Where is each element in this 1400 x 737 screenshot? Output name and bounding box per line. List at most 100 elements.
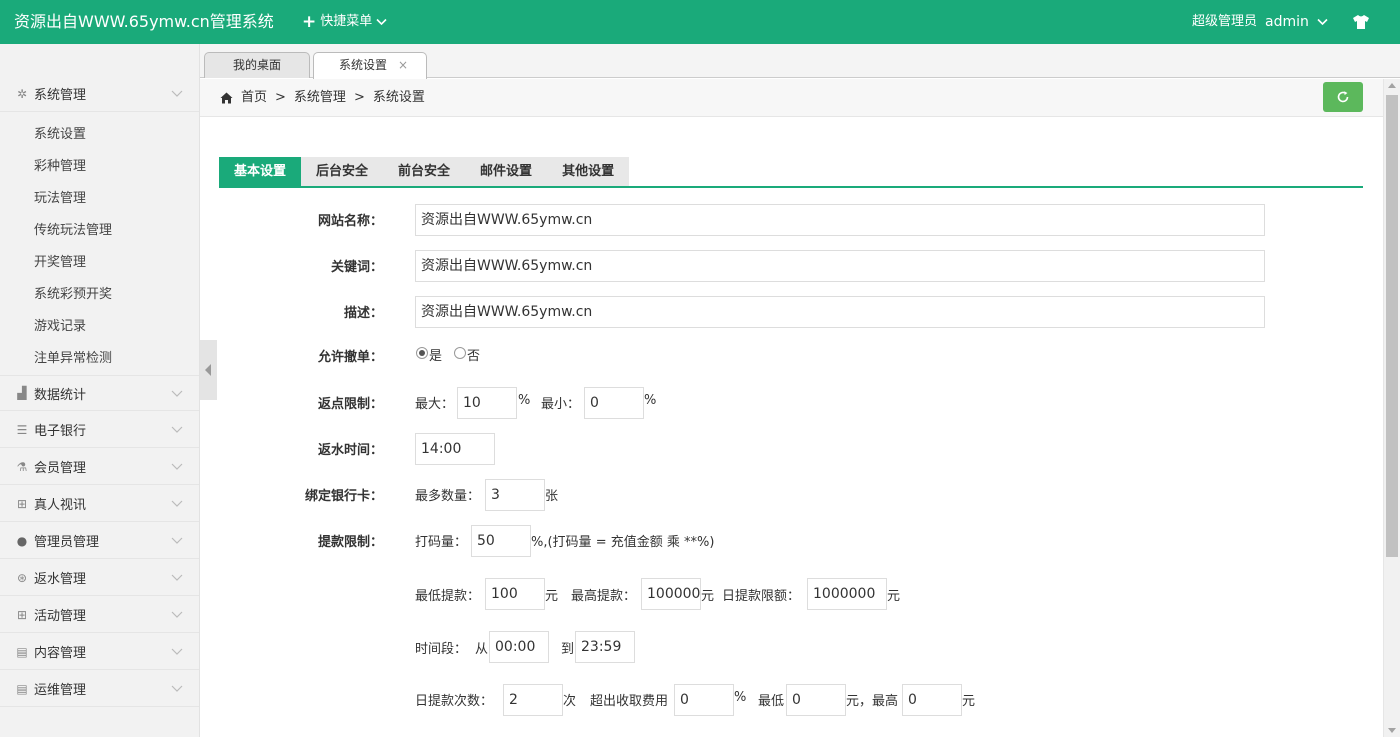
tab-other-settings[interactable]: 其他设置 (547, 157, 630, 187)
refund-time-input[interactable]: 14:00 (415, 433, 495, 465)
user-menu[interactable]: 超级管理员 admin (1192, 0, 1328, 44)
allow-cancel-label: 允许撤单： (317, 350, 383, 365)
bet-volume-label: 打码量： (415, 535, 468, 550)
rebate-max-input[interactable]: 10 (457, 387, 517, 419)
tab-my-desktop[interactable]: 我的桌面 (204, 52, 310, 78)
chevron-down-icon (171, 426, 183, 433)
sidebar-item-lottery-types[interactable]: 彩种管理 (34, 155, 86, 174)
chevron-down-icon (171, 500, 183, 507)
min-withdraw-unit: 元 (545, 589, 559, 604)
plus-icon: + (302, 12, 317, 32)
bankcard-max-label: 最多数量： (415, 489, 481, 504)
sidebar-group-label: 会员管理 (34, 461, 87, 476)
breadcrumb-separator: > (275, 90, 286, 105)
page-scrollbar[interactable] (1383, 79, 1400, 737)
daily-count-unit: 次 (563, 694, 577, 709)
rebate-min-input[interactable]: 0 (584, 387, 644, 419)
quick-menu-button[interactable]: + 快捷菜单 (302, 0, 387, 44)
daily-limit-input[interactable]: 1000000 (807, 578, 887, 610)
rebate-max-unit: % (518, 393, 531, 408)
bind-bankcard-label: 绑定银行卡： (304, 489, 383, 504)
tab-mail-settings[interactable]: 邮件设置 (465, 157, 548, 187)
scrollbar-thumb[interactable] (1386, 95, 1398, 557)
max-fee-unit: 元 (962, 694, 976, 709)
max-fee-input[interactable]: 0 (902, 684, 962, 716)
sidebar-group-rebate[interactable]: ⊛ 返水管理 (0, 560, 199, 596)
chevron-down-icon (171, 648, 183, 655)
breadcrumb-home[interactable]: 首页 (241, 79, 267, 117)
sidebar-item-play-rules[interactable]: 玩法管理 (34, 187, 86, 206)
sidebar-item-traditional-play[interactable]: 传统玩法管理 (34, 219, 112, 238)
refund-time-label: 返水时间： (317, 443, 383, 458)
bankcard-max-input[interactable]: 3 (485, 479, 545, 511)
breadcrumb-system-management[interactable]: 系统管理 (294, 79, 346, 117)
user-name: admin (1265, 14, 1309, 30)
coin-icon: ⊛ (16, 570, 28, 585)
document-icon: ▤ (16, 644, 28, 659)
refresh-button[interactable] (1323, 82, 1363, 112)
tab-basic-settings[interactable]: 基本设置 (219, 157, 302, 187)
sidebar-item-pre-draw[interactable]: 系统彩预开奖 (34, 283, 112, 302)
sidebar-group-admins[interactable]: ● 管理员管理 (0, 523, 199, 559)
time-to-input[interactable]: 23:59 (575, 631, 635, 663)
bet-volume-input[interactable]: 50 (471, 525, 531, 557)
user-role: 超级管理员 (1192, 14, 1258, 29)
exceed-fee-input[interactable]: 0 (674, 684, 734, 716)
breadcrumb-separator: > (353, 90, 365, 105)
breadcrumb-bar: 首页 > 系统管理 > 系统设置 (200, 79, 1383, 117)
keywords-input[interactable]: 资源出自WWW.65ymw.cn (415, 250, 1265, 282)
sidebar-item-system-settings[interactable]: 系统设置 (34, 123, 86, 142)
allow-cancel-yes-radio[interactable] (416, 347, 428, 359)
skin-shirt-icon[interactable] (1352, 13, 1370, 31)
allow-cancel-no-radio[interactable] (454, 347, 466, 359)
daily-count-input[interactable]: 2 (503, 684, 563, 716)
chevron-down-icon (171, 90, 183, 97)
max-fee-label: 元，最高 (846, 694, 899, 709)
sidebar-collapse-handle[interactable] (200, 340, 217, 400)
chevron-down-icon (171, 685, 183, 692)
sidebar-group-statistics[interactable]: ▟ 数据统计 (0, 375, 199, 411)
tab-frontend-security[interactable]: 前台安全 (383, 157, 466, 187)
chevron-down-icon (376, 18, 387, 26)
tab-system-settings[interactable]: 系统设置 × (313, 52, 427, 79)
app-title: 资源出自WWW.65ymw.cn管理系统 (14, 12, 274, 31)
max-withdraw-input[interactable]: 100000 (641, 578, 701, 610)
max-withdraw-unit: 元 (701, 589, 715, 604)
time-from-input[interactable]: 00:00 (489, 631, 549, 663)
tab-backend-security[interactable]: 后台安全 (301, 157, 384, 187)
scroll-up-arrow-icon[interactable] (1388, 83, 1396, 88)
sidebar-group-activities[interactable]: ⊞ 活动管理 (0, 597, 199, 633)
gear-icon: ✲ (16, 86, 28, 101)
sidebar-group-members[interactable]: ⚗ 会员管理 (0, 449, 199, 485)
sidebar-group-live-video[interactable]: ⊞ 真人视讯 (0, 486, 199, 522)
scroll-down-arrow-icon[interactable] (1388, 728, 1396, 733)
gift-icon: ⊞ (16, 607, 28, 622)
min-fee-input[interactable]: 0 (786, 684, 846, 716)
sidebar-group-label: 运维管理 (34, 683, 87, 698)
description-input[interactable]: 资源出自WWW.65ymw.cn (415, 296, 1265, 328)
time-to-label: 到 (561, 642, 575, 657)
gift-icon: ⊞ (16, 496, 28, 511)
site-name-input[interactable]: 资源出自WWW.65ymw.cn (415, 204, 1265, 236)
home-icon (220, 92, 233, 104)
page-tab-strip: 我的桌面 系统设置 × (200, 44, 1400, 79)
flask-icon: ⚗ (16, 459, 28, 474)
exceed-fee-unit: % (734, 690, 747, 705)
sidebar-group-label: 真人视讯 (34, 498, 87, 513)
allow-cancel-no-label: 否 (467, 349, 481, 364)
sidebar-item-game-records[interactable]: 游戏记录 (34, 315, 86, 334)
close-icon[interactable]: × (398, 53, 408, 78)
user-icon: ● (16, 533, 28, 548)
sidebar-group-label: 内容管理 (34, 646, 87, 661)
sidebar-group-ebank[interactable]: ☰ 电子银行 (0, 412, 199, 448)
sidebar-item-draw-management[interactable]: 开奖管理 (34, 251, 86, 270)
min-withdraw-input[interactable]: 100 (485, 578, 545, 610)
bar-chart-icon: ▟ (17, 386, 27, 400)
sidebar-group-system[interactable]: ✲ 系统管理 (0, 76, 199, 112)
sidebar-item-bet-anomaly[interactable]: 注单异常检测 (34, 347, 112, 366)
min-withdraw-label: 最低提款： (415, 589, 481, 604)
sidebar-group-ops[interactable]: ▤ 运维管理 (0, 671, 199, 707)
sidebar-group-content[interactable]: ▤ 内容管理 (0, 634, 199, 670)
tab-label: 系统设置 (338, 58, 387, 72)
breadcrumb-system-settings: 系统设置 (372, 90, 425, 105)
